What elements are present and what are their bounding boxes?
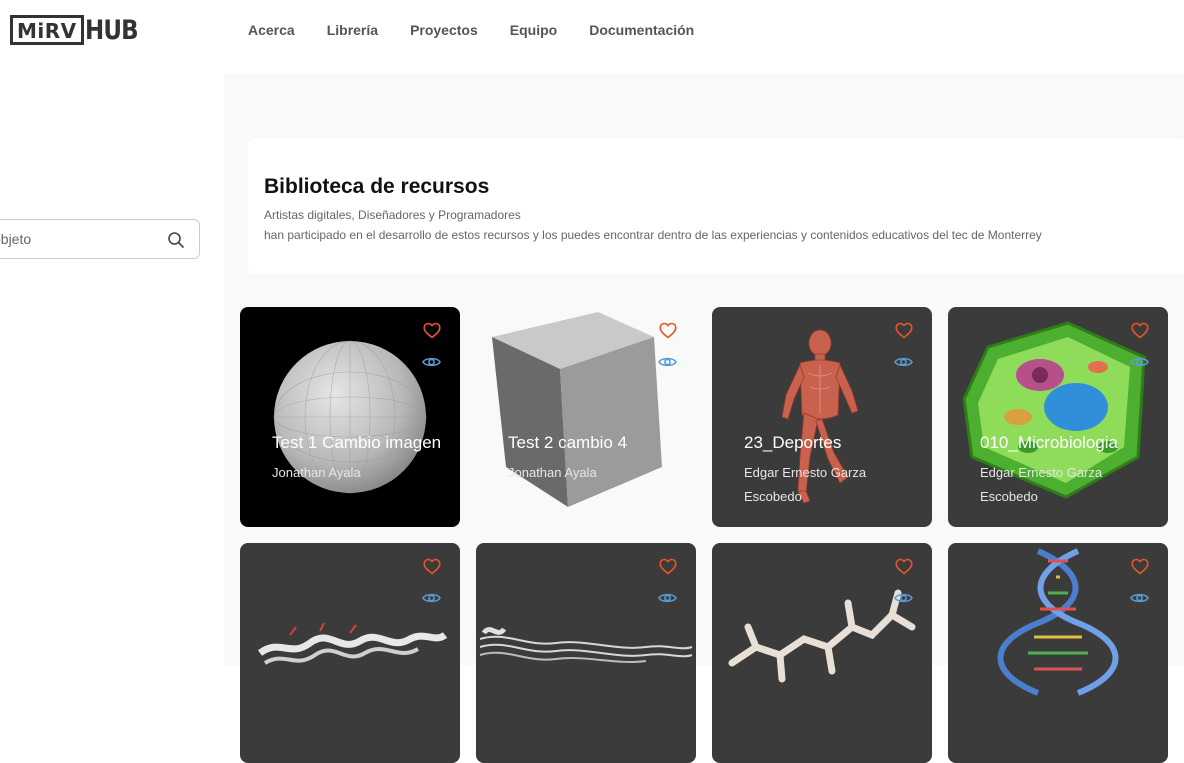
resource-card[interactable] [712, 543, 932, 763]
molecule-image [728, 589, 916, 683]
eye-icon[interactable] [1130, 591, 1149, 605]
resource-card[interactable]: Test 1 Cambio imagen Jonathan Ayala [240, 307, 460, 527]
nav-libreria[interactable]: Librería [327, 22, 378, 38]
banner-description: han participado en el desarrollo de esto… [264, 228, 1042, 242]
card-title: 23_Deportes [744, 433, 842, 452]
resource-card[interactable]: 010_Microbiologia Edgar Ernesto Garza Es… [948, 307, 1168, 527]
resource-card[interactable] [948, 543, 1168, 763]
nav-equipo[interactable]: Equipo [510, 22, 557, 38]
card-author: Edgar Ernesto Garza Escobedo [980, 465, 1103, 504]
card-title: 010_Microbiologia [980, 433, 1118, 452]
nav-acerca[interactable]: Acerca [248, 22, 295, 38]
nav-documentacion[interactable]: Documentación [589, 22, 694, 38]
search-box [0, 219, 200, 259]
library-banner: Biblioteca de recursos Artistas digitale… [248, 139, 1184, 274]
resource-card[interactable] [240, 543, 460, 763]
logo-box: MiRV [10, 15, 84, 45]
banner-subtitle: Artistas digitales, Diseñadores y Progra… [264, 208, 521, 222]
logo-text: HUB [84, 14, 139, 46]
heart-icon[interactable] [423, 558, 441, 575]
card-title: Test 1 Cambio imagen [272, 433, 442, 452]
heart-icon[interactable] [659, 558, 677, 575]
heart-icon[interactable] [659, 322, 677, 339]
dna-helix-image [997, 548, 1119, 696]
mirvhub-logo[interactable]: MiRV HUB [10, 14, 147, 46]
resource-card[interactable]: Test 2 cambio 4 Jonathan Ayala [476, 307, 696, 527]
search-icon[interactable] [167, 231, 185, 249]
page-title: Biblioteca de recursos [264, 175, 490, 198]
protein-strands-image [479, 627, 693, 663]
sphere-image [273, 340, 427, 494]
card-author: Jonathan Ayala [508, 465, 597, 480]
search-input[interactable] [0, 231, 153, 247]
eye-icon[interactable] [1130, 355, 1149, 369]
card-author: Jonathan Ayala [272, 465, 361, 480]
heart-icon[interactable] [895, 322, 913, 339]
eye-icon[interactable] [658, 591, 677, 605]
top-header: MiRV HUB Acerca Librería Proyectos Equip… [0, 0, 1184, 66]
card-title: Test 2 cambio 4 [508, 433, 628, 452]
heart-icon[interactable] [895, 558, 913, 575]
resource-card[interactable]: 23_Deportes Edgar Ernesto Garza Escobedo [712, 307, 932, 527]
eye-icon[interactable] [422, 355, 441, 369]
nav-proyectos[interactable]: Proyectos [410, 22, 478, 38]
main-nav: Acerca Librería Proyectos Equipo Documen… [248, 22, 726, 38]
heart-icon[interactable] [1131, 322, 1149, 339]
eye-icon[interactable] [422, 591, 441, 605]
resource-card[interactable] [476, 543, 696, 763]
heart-icon[interactable] [1131, 558, 1149, 575]
eye-icon[interactable] [894, 355, 913, 369]
eye-icon[interactable] [658, 355, 677, 369]
eye-icon[interactable] [894, 591, 913, 605]
heart-icon[interactable] [423, 322, 441, 339]
protein-image [257, 622, 448, 665]
sidebar [0, 66, 224, 665]
cube-image [492, 312, 662, 507]
card-author: Edgar Ernesto Garza Escobedo [744, 465, 867, 504]
